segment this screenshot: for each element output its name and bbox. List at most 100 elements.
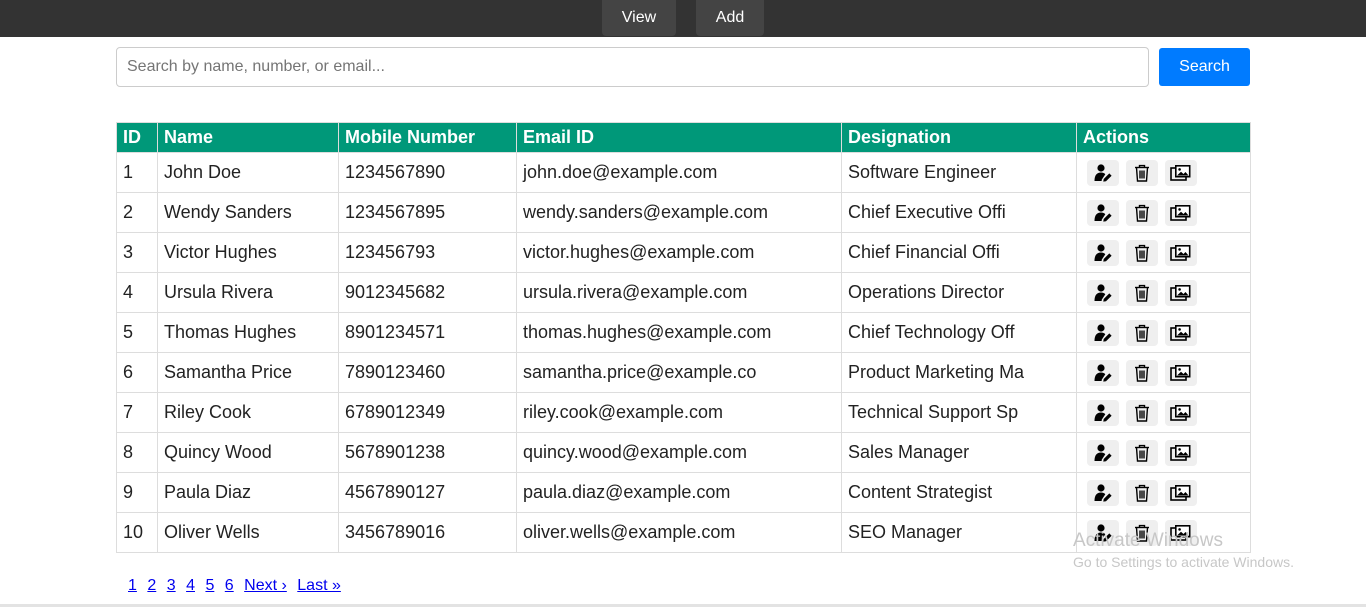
user-edit-button[interactable] — [1087, 359, 1119, 386]
cell-designation: Sales Manager — [841, 432, 1077, 473]
cell-actions — [1076, 272, 1251, 313]
user-edit-button[interactable] — [1087, 199, 1119, 226]
trash-button[interactable] — [1126, 399, 1158, 426]
image-button[interactable] — [1165, 399, 1197, 426]
trash-button[interactable] — [1126, 359, 1158, 386]
cell-email: john.doe@example.com — [516, 152, 842, 193]
cell-email: victor.hughes@example.com — [516, 232, 842, 273]
trash-button[interactable] — [1126, 479, 1158, 506]
trash-icon — [1132, 523, 1152, 543]
cell-name: Ursula Rivera — [157, 272, 339, 313]
user-edit-button[interactable] — [1087, 479, 1119, 506]
trash-button[interactable] — [1126, 159, 1158, 186]
cell-email: wendy.sanders@example.com — [516, 192, 842, 233]
table-row: 8 Quincy Wood 5678901238 quincy.wood@exampl… — [116, 432, 1251, 473]
trash-icon — [1132, 403, 1152, 423]
cell-name: Paula Diaz — [157, 472, 339, 513]
cell-name: Oliver Wells — [157, 512, 339, 553]
cell-actions — [1076, 512, 1251, 553]
page-link-2[interactable]: 2 — [147, 577, 156, 594]
trash-button[interactable] — [1126, 519, 1158, 546]
cell-mobile: 9012345682 — [338, 272, 517, 313]
table-row: 4 Ursula Rivera 9012345682 ursula.rivera@ex… — [116, 272, 1251, 313]
image-button[interactable] — [1165, 239, 1197, 266]
page-link-1[interactable]: 1 — [128, 577, 137, 594]
trash-icon — [1132, 203, 1152, 223]
image-button[interactable] — [1165, 199, 1197, 226]
user-edit-button[interactable] — [1087, 399, 1119, 426]
cell-id: 2 — [116, 192, 158, 233]
trash-button[interactable] — [1126, 439, 1158, 466]
cell-actions — [1076, 152, 1251, 193]
search-button[interactable]: Search — [1159, 48, 1250, 86]
trash-icon — [1132, 283, 1152, 303]
image-button[interactable] — [1165, 279, 1197, 306]
add-button[interactable]: Add — [696, 0, 764, 36]
user-edit-button[interactable] — [1087, 319, 1119, 346]
image-button[interactable] — [1165, 439, 1197, 466]
user-edit-icon — [1093, 363, 1113, 383]
cell-id: 5 — [116, 312, 158, 353]
pagination: 1 2 3 4 5 6 Next › Last » — [128, 577, 347, 595]
trash-button[interactable] — [1126, 279, 1158, 306]
image-button[interactable] — [1165, 319, 1197, 346]
employee-table: ID Name Mobile Number Email ID Designati… — [116, 122, 1251, 553]
watermark-subtitle: Go to Settings to activate Windows. — [1073, 554, 1294, 570]
cell-actions — [1076, 432, 1251, 473]
page-link-5[interactable]: 5 — [205, 577, 214, 594]
cell-designation: Product Marketing Ma — [841, 352, 1077, 393]
user-edit-icon — [1093, 163, 1113, 183]
cell-mobile: 123456793 — [338, 232, 517, 273]
image-button[interactable] — [1165, 159, 1197, 186]
cell-email: paula.diaz@example.com — [516, 472, 842, 513]
cell-name: Riley Cook — [157, 392, 339, 433]
cell-id: 4 — [116, 272, 158, 313]
cell-name: Victor Hughes — [157, 232, 339, 273]
image-icon — [1170, 283, 1192, 303]
top-nav-bar: View Add — [0, 0, 1366, 37]
trash-button[interactable] — [1126, 319, 1158, 346]
page-link-6[interactable]: 6 — [225, 577, 234, 594]
cell-mobile: 3456789016 — [338, 512, 517, 553]
header-designation: Designation — [841, 122, 1077, 153]
image-icon — [1170, 363, 1192, 383]
last-page-link[interactable]: Last » — [297, 577, 341, 594]
trash-icon — [1132, 443, 1152, 463]
user-edit-button[interactable] — [1087, 239, 1119, 266]
cell-actions — [1076, 352, 1251, 393]
cell-email: samantha.price@example.co — [516, 352, 842, 393]
user-edit-icon — [1093, 523, 1113, 543]
table-row: 10 Oliver Wells 3456789016 oliver.wells@exa… — [116, 512, 1251, 553]
cell-mobile: 7890123460 — [338, 352, 517, 393]
user-edit-icon — [1093, 483, 1113, 503]
table-body: 1 John Doe 1234567890 john.doe@example.com S… — [116, 152, 1251, 553]
user-edit-button[interactable] — [1087, 279, 1119, 306]
user-edit-button[interactable] — [1087, 439, 1119, 466]
trash-button[interactable] — [1126, 239, 1158, 266]
cell-mobile: 8901234571 — [338, 312, 517, 353]
trash-button[interactable] — [1126, 199, 1158, 226]
trash-icon — [1132, 323, 1152, 343]
user-edit-icon — [1093, 403, 1113, 423]
view-button[interactable]: View — [602, 0, 676, 36]
table-row: 1 John Doe 1234567890 john.doe@example.com S… — [116, 152, 1251, 193]
user-edit-button[interactable] — [1087, 519, 1119, 546]
image-icon — [1170, 403, 1192, 423]
image-icon — [1170, 203, 1192, 223]
image-button[interactable] — [1165, 479, 1197, 506]
header-actions: Actions — [1076, 122, 1251, 153]
cell-name: Samantha Price — [157, 352, 339, 393]
search-input[interactable] — [116, 47, 1149, 87]
image-button[interactable] — [1165, 359, 1197, 386]
page-link-3[interactable]: 3 — [167, 577, 176, 594]
user-edit-button[interactable] — [1087, 159, 1119, 186]
cell-id: 6 — [116, 352, 158, 393]
page-link-4[interactable]: 4 — [186, 577, 195, 594]
cell-designation: Technical Support Sp — [841, 392, 1077, 433]
cell-actions — [1076, 192, 1251, 233]
cell-designation: Content Strategist — [841, 472, 1077, 513]
next-page-link[interactable]: Next › — [244, 577, 287, 594]
cell-mobile: 1234567890 — [338, 152, 517, 193]
image-button[interactable] — [1165, 519, 1197, 546]
cell-mobile: 5678901238 — [338, 432, 517, 473]
